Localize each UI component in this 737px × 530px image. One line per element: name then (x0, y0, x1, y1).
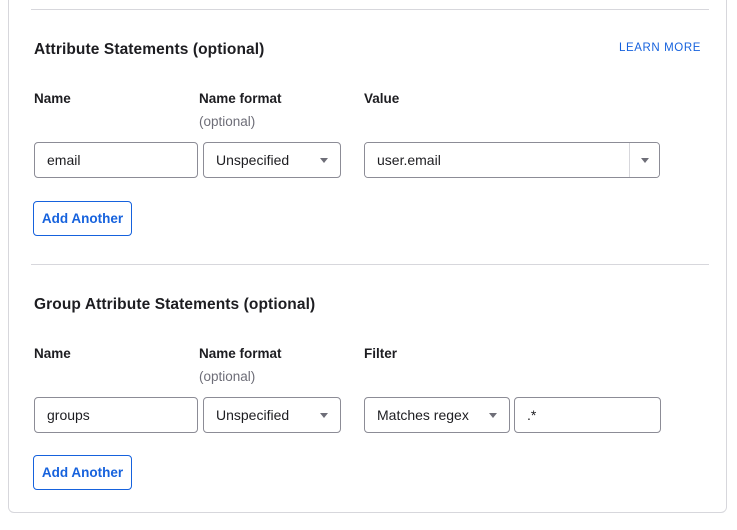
group-attribute-filter-type-select[interactable]: Matches regex (364, 397, 510, 433)
chevron-down-icon (640, 157, 649, 163)
column-header-name: Name (34, 91, 71, 106)
add-another-attribute-button[interactable]: Add Another (33, 201, 132, 236)
column-header-name-format: Name format (199, 91, 282, 106)
attribute-value-input[interactable] (365, 143, 629, 177)
attribute-statements-heading: Attribute Statements (optional) (34, 41, 265, 58)
column-header-filter: Filter (364, 346, 398, 361)
learn-more-link[interactable]: LEARN MORE (619, 42, 701, 54)
column-header-optional-note: (optional) (199, 369, 256, 384)
group-attribute-filter-type-value: Matches regex (377, 407, 469, 423)
chevron-down-icon (320, 157, 328, 163)
group-attribute-name-input[interactable] (34, 397, 198, 433)
column-header-name: Name (34, 346, 71, 361)
section-divider-middle (31, 264, 709, 265)
chevron-down-icon (320, 412, 328, 418)
group-attribute-name-format-select[interactable]: Unspecified (203, 397, 341, 433)
add-another-group-attribute-button[interactable]: Add Another (33, 455, 132, 490)
attribute-value-dropdown-button[interactable] (629, 143, 659, 177)
column-header-value: Value (364, 91, 400, 106)
section-divider-top (31, 9, 709, 10)
attribute-name-input[interactable] (34, 142, 198, 178)
attribute-name-format-value: Unspecified (216, 152, 290, 168)
chevron-down-icon (489, 412, 497, 418)
saml-settings-card: Attribute Statements (optional) LEARN MO… (8, 0, 727, 513)
attribute-value-combobox[interactable] (364, 142, 660, 178)
column-header-optional-note: (optional) (199, 114, 256, 129)
attribute-name-format-select[interactable]: Unspecified (203, 142, 341, 178)
group-attribute-name-format-value: Unspecified (216, 407, 290, 423)
column-header-name-format: Name format (199, 346, 282, 361)
group-attribute-filter-value-input[interactable] (514, 397, 661, 433)
group-attribute-statements-heading: Group Attribute Statements (optional) (34, 296, 316, 313)
